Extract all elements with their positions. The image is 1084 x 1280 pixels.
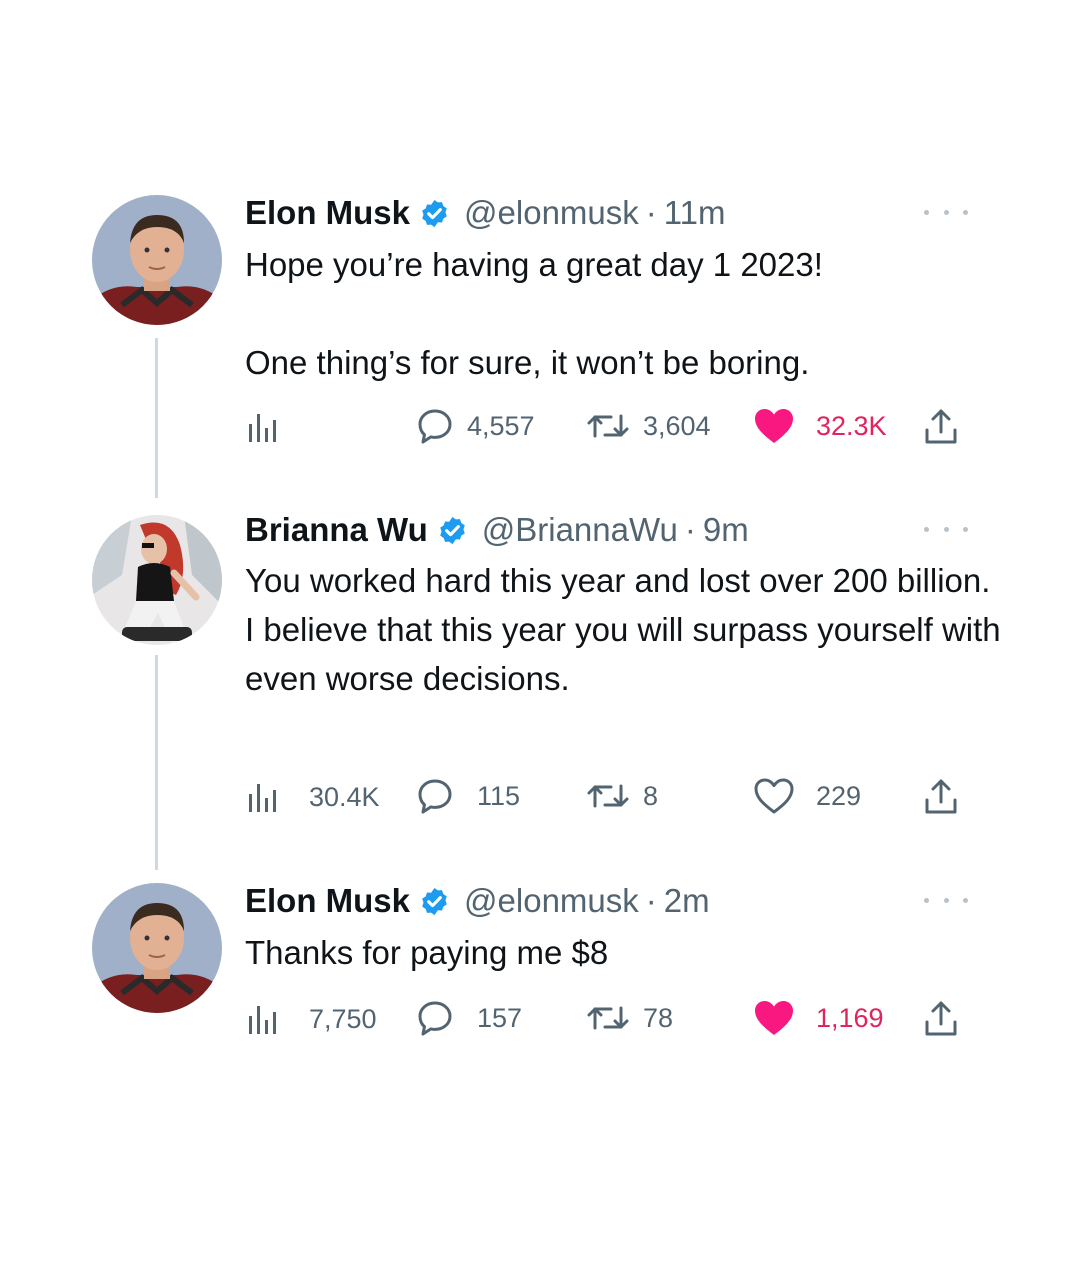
like-count: 229: [816, 780, 862, 811]
views-icon: [249, 1006, 276, 1034]
reply-count: 115: [477, 780, 521, 811]
reply-icon: [418, 409, 452, 444]
retweet-icon: [587, 784, 629, 808]
retweet-count: 3,604: [643, 410, 711, 441]
author-name[interactable]: Elon Musk: [245, 194, 410, 232]
tweet-paragraph: Hope you’re having a great day 1 2023!: [245, 246, 823, 283]
separator-dot: ·: [645, 194, 657, 231]
heart-icon: [755, 409, 793, 443]
share-button[interactable]: [922, 998, 960, 1038]
tweet-actions: 4,557 3,604 32.3K: [0, 404, 1084, 448]
more-icon[interactable]: [924, 519, 968, 539]
timestamp[interactable]: 2m: [664, 882, 710, 920]
thread-line: [155, 655, 158, 870]
more-icon[interactable]: [924, 890, 968, 910]
views-icon: [249, 784, 276, 812]
share-icon: [925, 1001, 957, 1036]
reply-count: 4,557: [467, 410, 535, 441]
tweet-paragraph: One thing’s for sure, it won’t be boring…: [245, 344, 810, 381]
heart-icon: [754, 778, 794, 814]
author-name[interactable]: Elon Musk: [245, 882, 410, 920]
retweet-button[interactable]: 3,604: [585, 406, 711, 446]
reply-count: 157: [477, 1002, 523, 1033]
retweet-button[interactable]: 8: [585, 776, 658, 816]
reply-button[interactable]: 115: [415, 776, 520, 816]
tweet-paragraph: You worked hard this year and lost over …: [245, 562, 1001, 697]
tweet-header: Brianna Wu @BriannaWu · 9m: [245, 511, 749, 549]
reply-icon: [418, 1001, 452, 1036]
author-handle[interactable]: @BriannaWu: [482, 511, 678, 549]
tweet-actions: 7,750 157 78 1,169: [0, 996, 1084, 1040]
retweet-icon: [587, 414, 629, 438]
reply-button[interactable]: 157: [415, 998, 522, 1038]
reply-icon: [418, 779, 452, 814]
verified-badge-icon: [437, 515, 468, 546]
verified-badge-icon: [419, 886, 450, 917]
retweet-count: 78: [643, 1002, 674, 1033]
timestamp[interactable]: 11m: [664, 194, 726, 232]
author-handle[interactable]: @elonmusk: [464, 882, 639, 920]
more-icon[interactable]: [924, 202, 968, 222]
like-count: 1,169: [816, 1002, 884, 1033]
like-count: 32.3K: [816, 410, 887, 441]
share-icon: [925, 409, 957, 444]
heart-icon: [755, 1001, 793, 1035]
reply-button[interactable]: 4,557: [415, 406, 535, 446]
views-count: 7,750: [309, 1003, 377, 1034]
timestamp[interactable]: 9m: [703, 511, 749, 549]
separator-dot: ·: [645, 882, 657, 919]
avatar[interactable]: [92, 515, 222, 645]
tweet-text: Thanks for paying me $8: [245, 928, 1005, 977]
like-button[interactable]: 229: [752, 776, 861, 816]
retweet-count: 8: [643, 780, 659, 811]
verified-badge-icon: [419, 198, 450, 229]
tweet-paragraph: Thanks for paying me $8: [245, 934, 609, 971]
tweet-text: Hope you’re having a great day 1 2023! O…: [245, 240, 1005, 387]
tweet-header: Elon Musk @elonmusk · 11m: [245, 194, 726, 232]
share-button[interactable]: [922, 776, 960, 816]
views-button[interactable]: 7,750: [245, 1002, 377, 1036]
tweet-actions: 30.4K 115 8 229: [0, 774, 1084, 818]
like-button[interactable]: 32.3K: [752, 406, 887, 446]
views-button[interactable]: [245, 410, 291, 444]
views-count: 30.4K: [309, 781, 380, 812]
tweet-text: You worked hard this year and lost over …: [245, 556, 1005, 703]
views-button[interactable]: 30.4K: [245, 780, 380, 814]
views-icon: [249, 414, 276, 442]
retweet-button[interactable]: 78: [585, 998, 673, 1038]
share-icon: [925, 779, 957, 814]
author-name[interactable]: Brianna Wu: [245, 511, 428, 549]
share-button[interactable]: [922, 406, 960, 446]
author-handle[interactable]: @elonmusk: [464, 194, 639, 232]
avatar[interactable]: [92, 195, 222, 325]
like-button[interactable]: 1,169: [752, 998, 884, 1038]
retweet-icon: [587, 1006, 629, 1030]
separator-dot: ·: [684, 511, 696, 548]
tweet-header: Elon Musk @elonmusk · 2m: [245, 882, 710, 920]
avatar[interactable]: [92, 883, 222, 1013]
